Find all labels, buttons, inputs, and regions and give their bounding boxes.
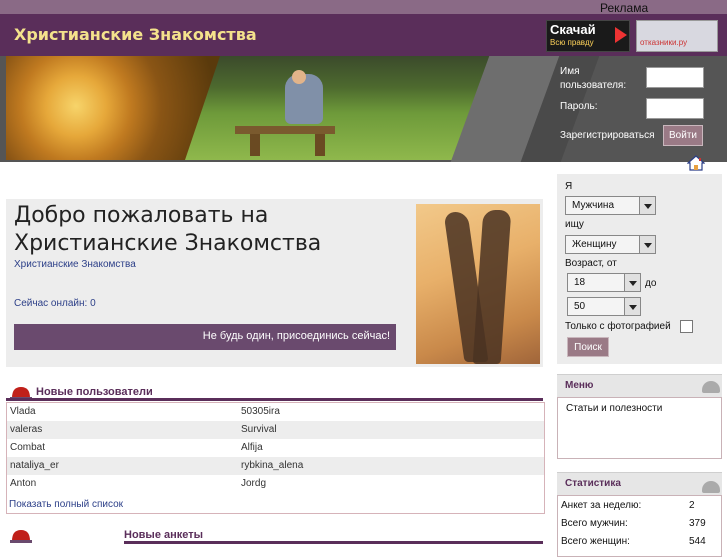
age-to-select[interactable]: 50 <box>567 297 641 316</box>
login-button[interactable]: Войти <box>663 125 703 146</box>
site-title[interactable]: Христианские Знакомства <box>14 25 257 44</box>
stat-value: 379 <box>689 518 706 529</box>
user-link[interactable]: Combat <box>10 442 45 453</box>
chevron-down-icon <box>624 274 640 291</box>
show-all-link[interactable]: Показать полный список <box>9 499 123 510</box>
join-text: Не будь один, присоединись сейчас! <box>202 330 390 342</box>
user-link[interactable]: Survival <box>241 424 277 435</box>
user-link[interactable]: Alfija <box>241 442 263 453</box>
person-head-shape <box>292 70 306 84</box>
table-row: Anton Jordg <box>7 475 544 493</box>
gender-select[interactable]: Мужчина <box>565 196 656 215</box>
stat-label: Всего женщин: <box>561 536 630 547</box>
i-am-label: Я <box>565 181 573 192</box>
age-to-label: до <box>645 278 657 289</box>
welcome-title: Добро пожаловать на Христианские Знакомс… <box>14 203 322 256</box>
photo-only-label: Только с фотографией <box>565 321 671 332</box>
menu-box-title: Меню <box>565 380 594 391</box>
couple-shadow-photo <box>416 204 540 364</box>
new-users-table: Vlada 50305ira valeras Survival Combat A… <box>6 402 545 514</box>
stat-value: 544 <box>689 536 706 547</box>
shadow-figure <box>472 210 512 364</box>
new-profiles-title: Новые анкеты <box>124 529 204 541</box>
ad-banner-otkazniki-text: отказники.ру <box>640 38 688 47</box>
table-row: Vlada 50305ira <box>7 403 544 421</box>
user-link[interactable]: valeras <box>10 424 42 435</box>
password-input[interactable] <box>646 98 704 119</box>
photo-only-checkbox[interactable] <box>680 320 693 333</box>
table-row: valeras Survival <box>7 421 544 439</box>
ad-banner-download-sub: Всю правду <box>550 38 594 47</box>
stats-box-title: Статистика <box>565 478 621 489</box>
seek-value: Женщину <box>572 239 617 250</box>
stat-row: Всего мужчин: 379 <box>561 518 711 529</box>
heart-icon <box>10 530 32 543</box>
ad-banner-otkazniki[interactable]: отказники.ру <box>636 20 718 52</box>
join-banner[interactable]: Не будь один, присоединись сейчас! <box>14 324 396 350</box>
home-icon[interactable] <box>687 155 705 171</box>
age-to-value: 50 <box>574 301 586 312</box>
menu-box-body: Статьи и полезности <box>557 397 722 459</box>
heart-icon <box>702 381 720 393</box>
user-link[interactable]: Vlada <box>10 406 36 417</box>
age-from-label: Возраст, от <box>565 258 617 269</box>
new-users-title: Новые пользователи <box>36 386 153 398</box>
bench-shape <box>235 126 335 134</box>
user-link[interactable]: rybkina_alena <box>241 460 303 471</box>
username-input[interactable] <box>646 67 704 88</box>
new-users-divider <box>6 398 543 401</box>
heart-icon <box>702 481 720 493</box>
table-row: Combat Alfija <box>7 439 544 457</box>
menu-box-header: Меню <box>557 374 722 397</box>
table-row: nataliya_er rybkina_alena <box>7 457 544 475</box>
stat-label: Анкет за неделю: <box>561 500 642 511</box>
ad-label: Реклама <box>600 1 649 15</box>
stat-value: 2 <box>689 500 695 511</box>
bench-leg <box>250 134 260 156</box>
search-button[interactable]: Поиск <box>567 337 609 357</box>
user-link[interactable]: nataliya_er <box>10 460 59 471</box>
chevron-down-icon <box>624 298 640 315</box>
user-link[interactable]: Anton <box>10 478 36 489</box>
stat-label: Всего мужчин: <box>561 518 628 529</box>
welcome-subtitle: Христианские Знакомства <box>14 259 136 270</box>
ad-banner-download[interactable]: Скачай Всю правду <box>546 20 630 52</box>
play-icon <box>615 27 627 43</box>
username-label: Имя пользователя: <box>560 66 627 91</box>
seek-select[interactable]: Женщину <box>565 235 656 254</box>
register-link[interactable]: Зарегистрироваться <box>560 130 655 141</box>
age-from-value: 18 <box>574 277 586 288</box>
stat-row: Всего женщин: 544 <box>561 536 711 547</box>
stat-row: Анкет за неделю: 2 <box>561 500 711 511</box>
menu-item-articles[interactable]: Статьи и полезности <box>566 403 662 414</box>
gender-value: Мужчина <box>572 200 615 211</box>
seek-label: ищу <box>565 219 584 230</box>
online-count: Сейчас онлайн: 0 <box>14 298 96 309</box>
stats-box-header: Статистика <box>557 472 722 495</box>
chevron-down-icon <box>639 236 655 253</box>
bench-leg <box>315 134 325 156</box>
chevron-down-icon <box>639 197 655 214</box>
age-from-select[interactable]: 18 <box>567 273 641 292</box>
user-link[interactable]: Jordg <box>241 478 266 489</box>
new-profiles-divider <box>124 541 543 544</box>
ad-banner-download-title: Скачай <box>550 22 596 37</box>
user-link[interactable]: 50305ira <box>241 406 280 417</box>
password-label: Пароль: <box>560 101 598 112</box>
